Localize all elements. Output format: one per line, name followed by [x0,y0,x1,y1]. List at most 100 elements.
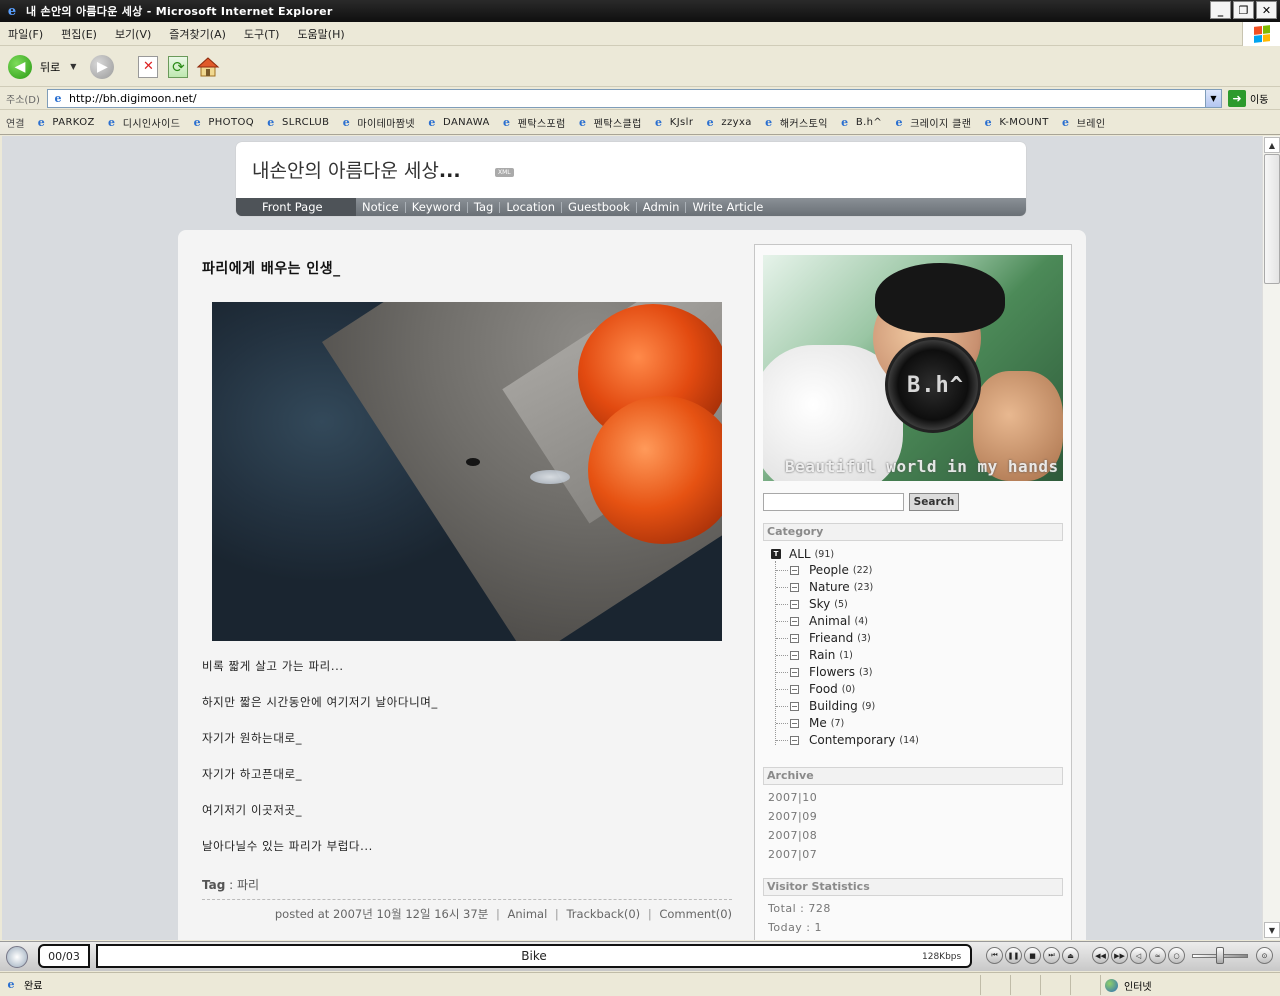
fast-forward-icon[interactable]: ▶▶ [1111,947,1128,964]
status-text: 완료 [24,981,43,992]
title-bar: e 내 손안의 아름다운 세상 - Microsoft Internet Exp… [0,0,1280,22]
rewind-icon[interactable]: ◀◀ [1092,947,1109,964]
playlist-icon[interactable]: ⊙ [1256,947,1273,964]
post-category-link[interactable]: Animal [507,907,547,921]
nav-guestbook[interactable]: Guestbook [560,201,636,213]
next-icon[interactable]: ⏭ [1043,947,1060,964]
category-item[interactable]: Rain (1) [776,648,853,662]
xml-badge[interactable]: XML [495,168,514,177]
category-item[interactable]: People (22) [776,563,872,577]
link-item[interactable]: e 펜탁스클럽 [576,115,642,130]
category-item[interactable]: Sky (5) [776,597,848,611]
forward-button[interactable]: ▶ [90,54,115,79]
category-all[interactable]: T ALL (91) [771,547,834,561]
category-item[interactable]: Food (0) [776,682,855,696]
link-item[interactable]: e K-MOUNT [981,116,1049,130]
equalizer-icon[interactable]: ≈ [1149,947,1166,964]
go-button[interactable]: ➜ 이동 [1228,90,1268,107]
post-date: posted at 2007년 10월 12일 16시 37분 [274,907,489,921]
address-field: e ▼ [47,89,1222,108]
category-count: (91) [814,548,835,560]
archive-item[interactable]: 2007|10 [768,791,817,804]
restore-button[interactable]: ❐ [1233,1,1254,19]
go-arrow-icon: ➜ [1228,90,1246,107]
zone-label: 인터넷 [1124,981,1152,993]
ie-page-icon: e [267,116,275,129]
category-item[interactable]: Flowers (3) [776,665,872,679]
chevron-down-icon[interactable]: ▼ [70,62,76,71]
menu-help[interactable]: 도움말(H) [297,26,344,42]
menu-favorites[interactable]: 즐겨찾기(A) [169,26,226,42]
category-label: Building [809,699,858,713]
link-item[interactable]: e 브레인 [1059,115,1106,130]
menu-edit[interactable]: 편집(E) [61,26,97,42]
address-dropdown-icon[interactable]: ▼ [1205,90,1221,107]
volume-slider-handle[interactable] [1216,947,1224,964]
link-item[interactable]: e PHOTOQ [190,116,254,130]
link-item[interactable]: e DANAWA [425,116,490,130]
nav-notice[interactable]: Notice [356,201,405,213]
media-player-icon[interactable] [6,946,28,968]
scroll-down-icon[interactable]: ▼ [1264,922,1280,938]
menu-view[interactable]: 보기(V) [115,26,151,42]
link-item[interactable]: e 디시인사이드 [105,115,181,130]
archive-item[interactable]: 2007|09 [768,810,817,823]
stop-icon[interactable]: ✕ [138,55,159,78]
track-title: Bike [96,944,972,968]
link-item[interactable]: e 해커스토익 [762,115,828,130]
address-input[interactable] [69,92,1189,105]
menu-tools[interactable]: 도구(T) [244,26,280,42]
refresh-icon[interactable]: ⟳ [168,55,189,78]
nav-location[interactable]: Location [499,201,561,213]
category-item[interactable]: Contemporary (14) [776,733,919,747]
close-button[interactable]: ✕ [1256,1,1277,19]
link-item[interactable]: e 크레이지 클랜 [892,115,971,130]
vertical-scrollbar[interactable]: ▲ ▼ [1262,136,1280,940]
category-item[interactable]: Frieand (3) [776,631,871,645]
address-label: 주소(D) [6,95,40,106]
link-item[interactable]: e KJslr [652,116,694,130]
track-counter: 00/03 [38,944,90,968]
category-count: (0) [841,683,856,695]
link-item[interactable]: e 펜탁스포럼 [500,115,566,130]
post-title[interactable]: 파리에게 배우는 인생_ [202,258,732,278]
menu-file[interactable]: 파일(F) [8,26,43,42]
scroll-up-icon[interactable]: ▲ [1264,137,1280,153]
nav-tag[interactable]: Tag [466,201,499,213]
nav-admin[interactable]: Admin [635,201,686,213]
minimize-button[interactable]: _ [1210,1,1231,19]
tree-node-icon [790,633,799,643]
nav-keyword[interactable]: Keyword [404,201,467,213]
link-item[interactable]: e SLRCLUB [264,116,329,130]
nav-front-page[interactable]: Front Page [236,198,356,216]
ie-page-icon: e [1062,116,1070,129]
back-button[interactable]: ◀ 뒤로 ▼ [8,54,76,79]
archive-item[interactable]: 2007|07 [768,848,817,861]
eject-icon[interactable]: ⏏ [1062,947,1079,964]
comment-link[interactable]: Comment(0) [659,907,732,921]
blog-title[interactable]: 내손안의 아름다운 세상... [252,156,461,183]
scroll-thumb[interactable] [1264,154,1280,284]
category-item[interactable]: Nature (23) [776,580,873,594]
link-item[interactable]: e PARKOZ [34,116,95,130]
search-button[interactable]: Search [909,493,959,511]
link-item[interactable]: e zzyxa [703,116,752,130]
nav-write-article[interactable]: Write Article [685,201,769,213]
tree-node-icon [790,565,799,575]
stop-icon[interactable]: ■ [1024,947,1041,964]
home-icon[interactable] [196,55,220,79]
category-item[interactable]: Building (9) [776,699,875,713]
category-item[interactable]: Me (7) [776,716,844,730]
link-item[interactable]: e 마이테마짬넷 [339,115,415,130]
security-zone: 인터넷 [1100,975,1280,995]
category-item[interactable]: Animal (4) [776,614,868,628]
mute-icon[interactable]: ◁ [1130,947,1147,964]
archive-item[interactable]: 2007|08 [768,829,817,842]
link-item[interactable]: e B.h^ [838,116,882,130]
tag-link[interactable]: 파리 [237,878,259,892]
pause-icon[interactable]: ❚❚ [1005,947,1022,964]
search-input[interactable] [763,493,904,511]
trackback-link[interactable]: Trackback(0) [566,907,640,921]
previous-icon[interactable]: ⏮ [986,947,1003,964]
settings-icon[interactable]: ○ [1168,947,1185,964]
